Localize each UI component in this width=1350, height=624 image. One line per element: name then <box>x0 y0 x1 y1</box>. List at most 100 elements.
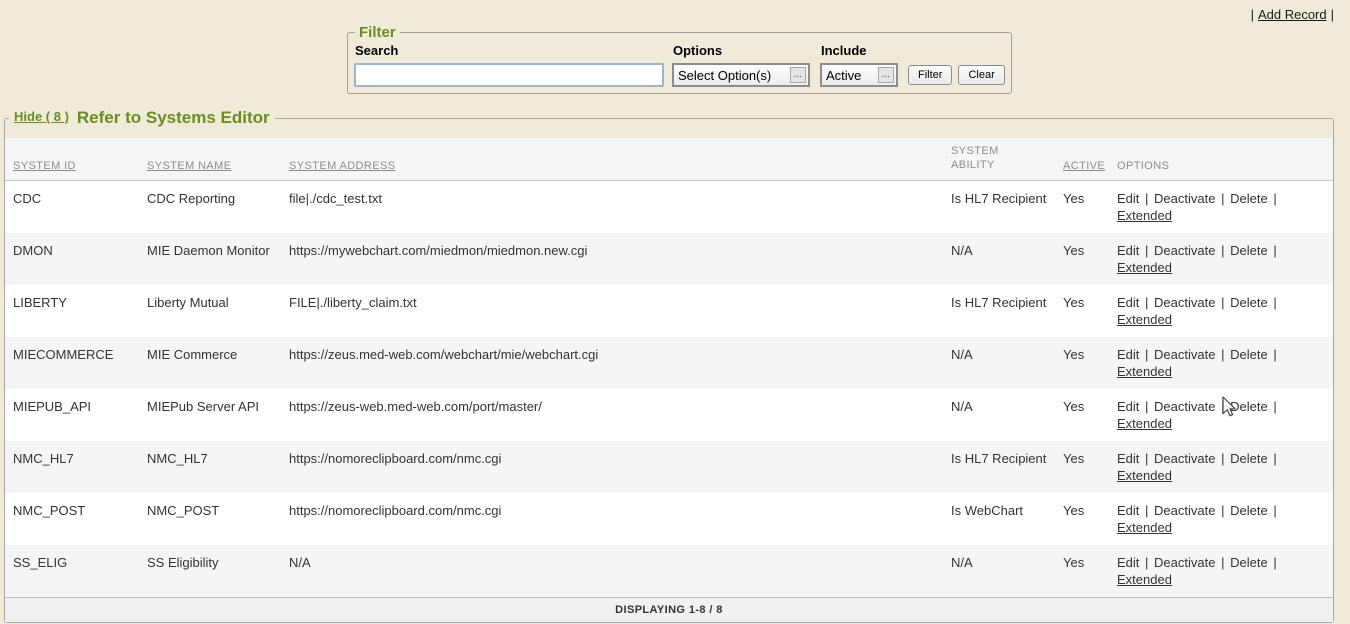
deactivate-link[interactable]: Deactivate <box>1154 503 1215 518</box>
table-row: NMC_POST NMC_POST https://nomoreclipboar… <box>5 493 1333 545</box>
deactivate-link[interactable]: Deactivate <box>1154 399 1215 414</box>
table-row: MIEPUB_API MIEPub Server API https://zeu… <box>5 389 1333 441</box>
extended-link[interactable]: Extended <box>1117 312 1172 327</box>
page-title: Refer to Systems Editor <box>77 108 270 127</box>
cell-system-address: https://zeus.med-web.com/webchart/mie/we… <box>281 337 943 389</box>
cell-system-address: FILE|./liberty_claim.txt <box>281 285 943 337</box>
filter-button[interactable]: Filter <box>908 65 952 85</box>
extended-link[interactable]: Extended <box>1117 468 1172 483</box>
options-select[interactable]: Select Option(s) ... <box>672 63 810 87</box>
extended-link[interactable]: Extended <box>1117 520 1172 535</box>
clear-button[interactable]: Clear <box>958 65 1004 85</box>
include-more-button[interactable]: ... <box>878 67 894 83</box>
pipe-separator: | <box>1145 347 1148 362</box>
cell-system-name: MIEPub Server API <box>139 389 281 441</box>
table-header-row: SYSTEM ID SYSTEM NAME SYSTEM ADDRESS SYS… <box>5 138 1333 181</box>
extended-link[interactable]: Extended <box>1117 208 1172 223</box>
cell-system-address: https://nomoreclipboard.com/nmc.cgi <box>281 493 943 545</box>
cell-system-name: MIE Daemon Monitor <box>139 233 281 285</box>
cell-system-ability: Is HL7 Recipient <box>943 441 1055 493</box>
deactivate-link[interactable]: Deactivate <box>1154 295 1215 310</box>
edit-link[interactable]: Edit <box>1117 295 1139 310</box>
pipe-separator: | <box>1273 191 1276 206</box>
deactivate-link[interactable]: Deactivate <box>1154 451 1215 466</box>
cell-active: Yes <box>1055 389 1109 441</box>
search-input[interactable] <box>354 63 664 87</box>
add-record-link[interactable]: Add Record <box>1258 7 1327 22</box>
cell-system-ability: Is HL7 Recipient <box>943 181 1055 234</box>
table-row: SS_ELIG SS Eligibility N/A N/A Yes Edit … <box>5 545 1333 598</box>
edit-link[interactable]: Edit <box>1117 555 1139 570</box>
cell-system-name: NMC_HL7 <box>139 441 281 493</box>
cell-system-name: Liberty Mutual <box>139 285 281 337</box>
extended-link[interactable]: Extended <box>1117 572 1172 587</box>
cell-options: Edit | Deactivate | Delete | Extended <box>1109 181 1333 234</box>
sort-active-link[interactable]: ACTIVE <box>1063 160 1105 172</box>
include-select[interactable]: Active ... <box>820 63 898 87</box>
edit-link[interactable]: Edit <box>1117 347 1139 362</box>
sort-system-address-link[interactable]: SYSTEM ADDRESS <box>289 160 395 172</box>
edit-link[interactable]: Edit <box>1117 503 1139 518</box>
cell-options: Edit | Deactivate | Delete |Extended <box>1109 493 1333 545</box>
sort-system-name-link[interactable]: SYSTEM NAME <box>147 160 231 172</box>
pipe-separator: | <box>1251 7 1254 22</box>
table-row: LIBERTY Liberty Mutual FILE|./liberty_cl… <box>5 285 1333 337</box>
cell-system-id: LIBERTY <box>5 285 139 337</box>
delete-link[interactable]: Delete <box>1230 191 1268 206</box>
cell-active: Yes <box>1055 337 1109 389</box>
include-select-value: Active <box>826 68 861 83</box>
cell-system-address: N/A <box>281 545 943 598</box>
deactivate-link[interactable]: Deactivate <box>1154 243 1215 258</box>
pipe-separator: | <box>1331 7 1334 22</box>
cell-active: Yes <box>1055 493 1109 545</box>
extended-link[interactable]: Extended <box>1117 416 1172 431</box>
delete-link[interactable]: Delete <box>1230 347 1268 362</box>
pipe-separator: | <box>1221 191 1224 206</box>
delete-link[interactable]: Delete <box>1230 503 1268 518</box>
pipe-separator: | <box>1273 503 1276 518</box>
pipe-separator: | <box>1145 191 1148 206</box>
filter-options-column: Options Select Option(s) ... <box>672 42 810 87</box>
pipe-separator: | <box>1145 451 1148 466</box>
pipe-separator: | <box>1221 243 1224 258</box>
cell-options: Edit | Deactivate | Delete |Extended <box>1109 545 1333 598</box>
edit-link[interactable]: Edit <box>1117 451 1139 466</box>
deactivate-link[interactable]: Deactivate <box>1154 347 1215 362</box>
cell-options: Edit | Deactivate | Delete |Extended <box>1109 285 1333 337</box>
cell-options: Edit | Deactivate | Delete |Extended <box>1109 337 1333 389</box>
pipe-separator: | <box>1221 295 1224 310</box>
col-header-system-name: SYSTEM NAME <box>139 138 281 181</box>
cell-system-ability: N/A <box>943 233 1055 285</box>
sort-system-id-link[interactable]: SYSTEM ID <box>13 160 76 172</box>
extended-link[interactable]: Extended <box>1117 260 1172 275</box>
edit-link[interactable]: Edit <box>1117 243 1139 258</box>
options-more-button[interactable]: ... <box>790 67 806 83</box>
delete-link[interactable]: Delete <box>1230 399 1268 414</box>
edit-link[interactable]: Edit <box>1117 399 1139 414</box>
extended-link[interactable]: Extended <box>1117 364 1172 379</box>
delete-link[interactable]: Delete <box>1230 243 1268 258</box>
filter-search-column: Search <box>354 42 664 87</box>
hide-link[interactable]: Hide ( 8 ) <box>14 109 69 124</box>
delete-link[interactable]: Delete <box>1230 555 1268 570</box>
pipe-separator: | <box>1273 555 1276 570</box>
deactivate-link[interactable]: Deactivate <box>1154 555 1215 570</box>
topbar: | Add Record | <box>1247 7 1338 22</box>
options-select-value: Select Option(s) <box>678 68 771 83</box>
paging-status: DISPLAYING 1-8 / 8 <box>5 598 1333 623</box>
cell-system-address: file|./cdc_test.txt <box>281 181 943 234</box>
deactivate-link[interactable]: Deactivate <box>1154 191 1215 206</box>
pipe-separator: | <box>1221 503 1224 518</box>
search-label: Search <box>354 42 664 63</box>
delete-link[interactable]: Delete <box>1230 451 1268 466</box>
table-footer-row: DISPLAYING 1-8 / 8 <box>5 598 1333 623</box>
pipe-separator: | <box>1273 295 1276 310</box>
cell-active: Yes <box>1055 441 1109 493</box>
cell-options: Edit | Deactivate | Delete |Extended <box>1109 233 1333 285</box>
pipe-separator: | <box>1145 555 1148 570</box>
delete-link[interactable]: Delete <box>1230 295 1268 310</box>
table-row: DMON MIE Daemon Monitor https://mywebcha… <box>5 233 1333 285</box>
col-header-system-id: SYSTEM ID <box>5 138 139 181</box>
edit-link[interactable]: Edit <box>1117 191 1139 206</box>
cell-active: Yes <box>1055 181 1109 234</box>
